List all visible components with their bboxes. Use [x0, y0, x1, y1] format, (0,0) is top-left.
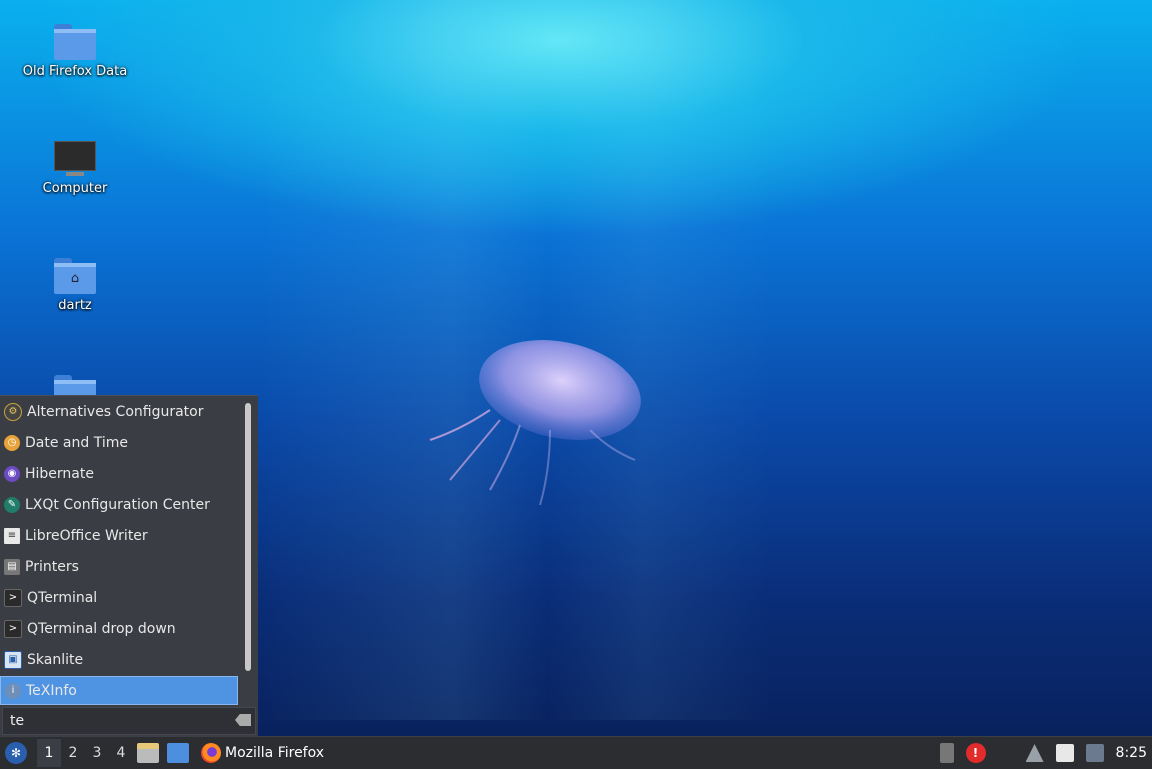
- file-manager-launcher-icon[interactable]: [137, 743, 159, 763]
- menu-item-label: Hibernate: [25, 465, 94, 482]
- menu-item-label: Printers: [25, 558, 79, 575]
- menu-item-lxqt-configuration-center[interactable]: ✎ LXQt Configuration Center: [0, 490, 238, 519]
- menu-item-label: QTerminal: [27, 589, 98, 606]
- folder-icon: [54, 24, 96, 60]
- start-menu-button[interactable]: ✻: [5, 742, 27, 764]
- lxqt-config-icon: ✎: [4, 496, 20, 513]
- menu-item-label: TeXInfo: [26, 682, 77, 699]
- network-icon[interactable]: [1025, 744, 1044, 762]
- desktop-switch-1[interactable]: 1: [37, 739, 61, 767]
- desktop-icon-home[interactable]: ⌂ dartz: [15, 258, 135, 313]
- system-tray: ! 8:25: [934, 737, 1152, 769]
- menu-item-label: LibreOffice Writer: [25, 527, 148, 544]
- terminal-icon: >: [4, 619, 22, 638]
- desktop-switch-4[interactable]: 4: [109, 739, 133, 767]
- notification-icon[interactable]: [1085, 744, 1104, 762]
- menu-item-qterminal-drop-down[interactable]: > QTerminal drop down: [0, 614, 238, 643]
- menu-scrollbar[interactable]: [245, 403, 251, 671]
- task-button-label: Mozilla Firefox: [225, 745, 325, 761]
- firefox-icon: [201, 743, 221, 763]
- info-icon: i: [5, 682, 21, 699]
- menu-item-skanlite[interactable]: ▣ Skanlite: [0, 645, 238, 674]
- menu-item-hibernate[interactable]: ◉ Hibernate: [0, 459, 238, 488]
- menu-item-label: LXQt Configuration Center: [25, 496, 210, 513]
- clock-icon: ◷: [4, 434, 20, 451]
- taskbar: ✻ 1 2 3 4 Mozilla Firefox ! 8:25: [0, 736, 1152, 769]
- tray-spacer: [998, 744, 1014, 762]
- desktop-icon-label: dartz: [58, 298, 92, 313]
- menu-item-libreoffice-writer[interactable]: ≡ LibreOffice Writer: [0, 521, 238, 550]
- home-folder-icon: ⌂: [54, 258, 96, 294]
- writer-document-icon: ≡: [4, 527, 20, 544]
- desktop-icon-old-firefox-data[interactable]: Old Firefox Data: [15, 24, 135, 79]
- tray-update-icon[interactable]: [939, 743, 954, 763]
- menu-item-label: Date and Time: [25, 434, 128, 451]
- menu-item-label: QTerminal drop down: [27, 620, 176, 637]
- lubuntu-logo-icon: ✻: [10, 746, 22, 760]
- clear-search-icon[interactable]: [235, 714, 251, 726]
- hibernate-icon: ◉: [4, 465, 20, 482]
- jellyfish-wallpaper-image: [429, 340, 641, 506]
- scanner-icon: ▣: [4, 650, 22, 669]
- menu-item-alternatives-configurator[interactable]: ⚙ Alternatives Configurator: [0, 397, 238, 426]
- search-input-value: te: [10, 713, 25, 729]
- menu-item-qterminal[interactable]: > QTerminal: [0, 583, 238, 612]
- desktop-icon-computer[interactable]: Computer: [15, 141, 135, 196]
- alternatives-icon: ⚙: [4, 402, 22, 421]
- terminal-icon: >: [4, 588, 22, 607]
- menu-item-label: Skanlite: [27, 651, 84, 668]
- desktop-switch-2[interactable]: 2: [61, 739, 85, 767]
- computer-icon: [54, 141, 96, 177]
- menu-item-date-and-time[interactable]: ◷ Date and Time: [0, 428, 238, 457]
- alert-icon[interactable]: !: [965, 743, 986, 763]
- clipboard-icon[interactable]: [1055, 744, 1074, 762]
- show-desktop-icon[interactable]: [167, 743, 189, 763]
- menu-item-printers[interactable]: ▤ Printers: [0, 552, 238, 581]
- task-button-firefox[interactable]: Mozilla Firefox: [201, 743, 324, 763]
- application-menu: ⚙ Alternatives Configurator ◷ Date and T…: [0, 395, 258, 737]
- menu-item-texinfo[interactable]: i TeXInfo: [0, 676, 238, 705]
- clock[interactable]: 8:25: [1116, 745, 1147, 761]
- desktop-icon-label: Old Firefox Data: [22, 64, 128, 79]
- printer-icon: ▤: [4, 558, 20, 575]
- menu-search-input[interactable]: te: [2, 707, 256, 735]
- menu-item-label: Alternatives Configurator: [27, 403, 204, 420]
- desktop-switch-3[interactable]: 3: [85, 739, 109, 767]
- desktop-icon-label: Computer: [42, 181, 108, 196]
